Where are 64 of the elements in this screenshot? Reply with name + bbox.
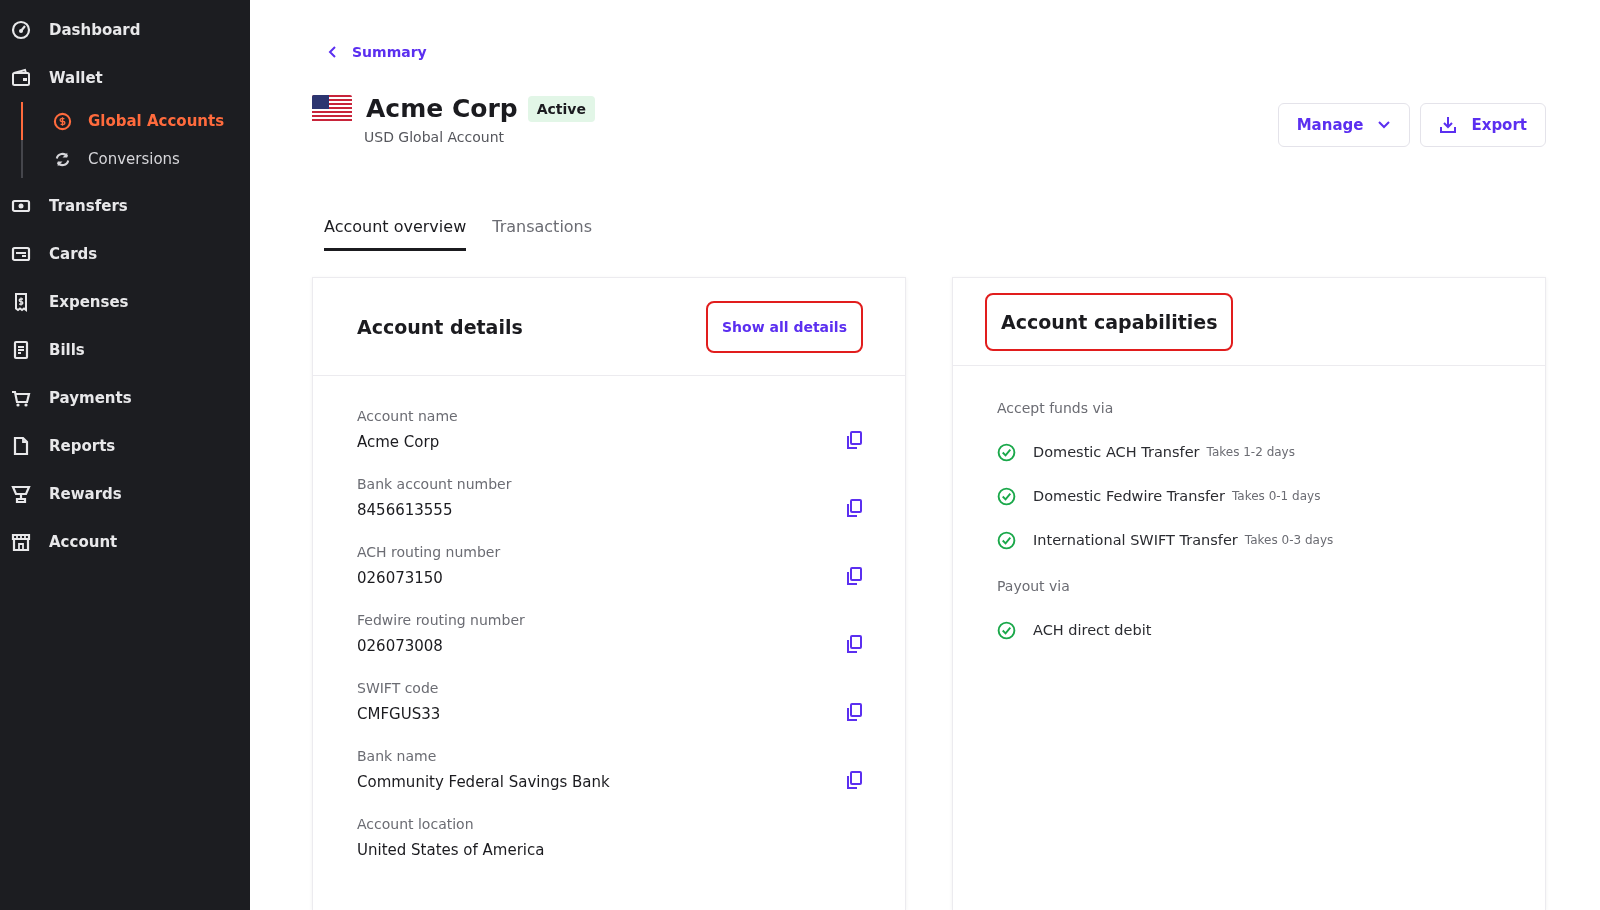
back-link[interactable]: Summary (312, 44, 427, 60)
flag-icon (312, 94, 352, 123)
account-subtitle: USD Global Account (364, 129, 505, 145)
field-value: 8456613555 (357, 501, 454, 519)
field-label: Bank account number (357, 476, 512, 492)
sidebar-item[interactable]: Dashboard (0, 6, 250, 54)
document-icon (11, 436, 31, 456)
chevron-left-icon (328, 46, 338, 58)
cart-icon (11, 388, 31, 408)
field-label: Bank name (357, 748, 438, 764)
field-label: ACH routing number (357, 544, 501, 560)
download-icon (1439, 116, 1458, 134)
sidebar-subitem[interactable]: Global Accounts (21, 102, 250, 140)
sidebar-item[interactable]: Bills (0, 326, 250, 374)
capability-name: International SWIFT Transfer (1033, 532, 1238, 548)
sidebar-item[interactable]: Wallet (0, 54, 250, 102)
card-icon (11, 244, 31, 264)
account-title: Acme Corp (366, 94, 518, 123)
field-label: Account location (357, 816, 475, 832)
field-label: SWIFT code (357, 680, 440, 696)
capability-note: Takes 1-2 days (1206, 445, 1295, 459)
sidebar-item[interactable]: Account (0, 518, 250, 566)
sidebar-item[interactable]: Cards (0, 230, 250, 278)
copy-icon[interactable] (845, 703, 863, 721)
status-badge: Active (527, 95, 595, 122)
sidebar-item[interactable]: Transfers (0, 182, 250, 230)
field-value: CMFGUS33 (357, 705, 441, 723)
gauge-icon (11, 20, 31, 40)
field-label: Fedwire routing number (357, 612, 525, 628)
field-value: Acme Corp (357, 433, 441, 451)
trophy-icon (11, 484, 31, 504)
tab[interactable]: Account overview (324, 209, 467, 251)
field-value: 026073008 (357, 637, 444, 655)
copy-icon[interactable] (845, 431, 863, 449)
sidebar-item[interactable]: Expenses (0, 278, 250, 326)
group-heading: Payout via (997, 578, 1071, 594)
sidebar-item[interactable]: Reports (0, 422, 250, 470)
field-value: United States of America (357, 841, 545, 859)
capability-name: ACH direct debit (1033, 622, 1152, 638)
capability-name: Domestic Fedwire Transfer (1033, 488, 1225, 504)
copy-icon[interactable] (845, 635, 863, 653)
export-button[interactable]: Export (1420, 103, 1546, 147)
capability-note: Takes 0-3 days (1244, 533, 1334, 547)
field-value: Community Federal Savings Bank (357, 773, 610, 791)
copy-icon[interactable] (845, 567, 863, 585)
document-lines-icon (11, 340, 31, 360)
capability-note: Takes 0-1 days (1232, 489, 1321, 503)
copy-icon[interactable] (845, 499, 863, 517)
field-label: Account name (357, 408, 458, 424)
storefront-icon (11, 532, 31, 552)
capability-name: Domestic ACH Transfer (1033, 444, 1200, 460)
tab[interactable]: Transactions (492, 209, 593, 251)
sidebar-subitem[interactable]: Conversions (21, 140, 250, 178)
sidebar-item[interactable]: Rewards (0, 470, 250, 518)
show-all-details-link[interactable]: Show all details (706, 300, 863, 353)
dollar-coin-icon (53, 111, 72, 131)
manage-button[interactable]: Manage (1277, 103, 1411, 147)
card-title: Account details (357, 315, 523, 338)
copy-icon[interactable] (845, 771, 863, 789)
sidebar-item[interactable]: Payments (0, 374, 250, 422)
wallet-icon (11, 68, 31, 88)
field-value: 026073150 (357, 569, 444, 587)
card-title: Account capabilities (985, 292, 1234, 351)
group-heading: Accept funds via (997, 400, 1115, 416)
